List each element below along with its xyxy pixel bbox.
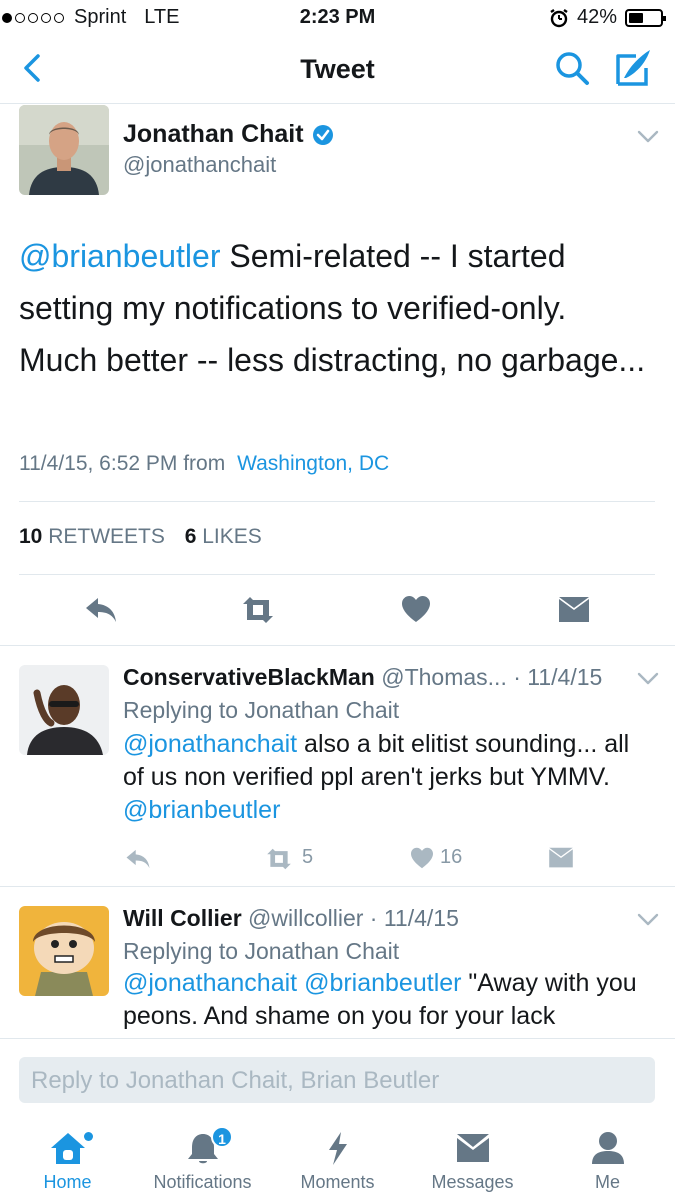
- direct-message-icon[interactable]: [548, 847, 574, 869]
- replying-to[interactable]: Replying to Jonathan Chait: [123, 697, 399, 724]
- divider: [19, 501, 655, 502]
- reply-options-chevron-icon[interactable]: [637, 913, 659, 927]
- reply-mention-link[interactable]: @jonathanchait: [123, 969, 297, 997]
- compose-tweet-icon[interactable]: [610, 46, 654, 90]
- tab-bar: Home 1 Notifications Moments Messages Me: [0, 1118, 675, 1200]
- verified-badge-icon: [312, 124, 333, 145]
- tweet-text: @brianbeutler Semi-related -- I started …: [19, 230, 649, 386]
- home-icon: [50, 1133, 85, 1164]
- reply-header: ConservativeBlackMan @Thomas... · 11/4/1…: [123, 664, 602, 691]
- reply-composer: Reply to Jonathan Chait, Brian Beutler: [0, 1038, 675, 1118]
- reply-icon[interactable]: [125, 848, 151, 870]
- battery-icon: [625, 8, 666, 27]
- reply-author-name[interactable]: ConservativeBlackMan: [123, 664, 375, 690]
- reply-icon[interactable]: [84, 596, 118, 624]
- reply-mention-link[interactable]: @jonathanchait: [123, 730, 297, 758]
- status-bar: Sprint LTE 2:23 PM 42%: [0, 0, 675, 34]
- reply-header: Will Collier @willcollier · 11/4/15: [123, 905, 459, 932]
- retweet-count: 5: [302, 846, 314, 868]
- tab-messages[interactable]: Messages: [405, 1130, 540, 1193]
- nav-bar: Tweet: [0, 34, 675, 104]
- status-right: 42%: [549, 6, 666, 29]
- tab-label: Notifications: [153, 1172, 252, 1192]
- reply-tweet[interactable]: ConservativeBlackMan @Thomas... · 11/4/1…: [0, 646, 675, 886]
- reply-date: · 11/4/15: [369, 905, 459, 931]
- reply-actions: 5 16: [0, 844, 675, 874]
- tweet-stats: 10 RETWEETS 6 LIKES: [19, 525, 262, 549]
- reply-input[interactable]: Reply to Jonathan Chait, Brian Beutler: [19, 1057, 655, 1103]
- unread-dot: [84, 1132, 93, 1141]
- reply-avatar[interactable]: [19, 906, 109, 996]
- lightning-bolt-icon: [328, 1132, 347, 1165]
- reply-mention-link[interactable]: @brianbeutler: [304, 969, 461, 997]
- tweet-options-chevron-icon[interactable]: [637, 130, 659, 144]
- reply-text: @jonathanchait also a bit elitist soundi…: [123, 728, 648, 827]
- person-icon: [591, 1132, 624, 1164]
- tab-label: Moments: [300, 1172, 375, 1192]
- replying-to[interactable]: Replying to Jonathan Chait: [123, 938, 399, 965]
- alarm-icon: [550, 8, 568, 27]
- reply-options-chevron-icon[interactable]: [637, 672, 659, 686]
- reply-mention-link[interactable]: @brianbeutler: [123, 796, 280, 824]
- direct-message-icon[interactable]: [558, 596, 590, 624]
- tab-me[interactable]: Me: [540, 1130, 675, 1193]
- reply-date: · 11/4/15: [513, 664, 603, 690]
- tab-home[interactable]: Home: [0, 1130, 135, 1193]
- reply-text: @jonathanchait @brianbeutler "Away with …: [123, 967, 648, 1033]
- tweet-timestamp: 11/4/15, 6:52 PM from: [19, 452, 226, 475]
- retweets-stat[interactable]: 10 RETWEETS: [19, 525, 165, 548]
- reply-tweet[interactable]: Will Collier @willcollier · 11/4/15 Repl…: [0, 887, 675, 1038]
- like-heart-icon[interactable]: [410, 847, 434, 869]
- tab-notifications[interactable]: 1 Notifications: [135, 1126, 270, 1193]
- envelope-icon: [456, 1134, 489, 1162]
- retweet-icon[interactable]: [239, 596, 277, 624]
- author-handle[interactable]: @jonathanchait: [123, 152, 276, 178]
- author-name[interactable]: Jonathan Chait: [123, 120, 304, 149]
- search-icon[interactable]: [552, 48, 592, 88]
- author-name-row[interactable]: Jonathan Chait: [123, 120, 334, 149]
- reply-avatar[interactable]: [19, 665, 109, 755]
- reply-author-handle[interactable]: @willcollier: [248, 905, 363, 931]
- tab-label: Me: [594, 1172, 620, 1192]
- tweet-location-link[interactable]: Washington, DC: [237, 452, 389, 475]
- notification-badge: 1: [211, 1126, 233, 1148]
- tweet-mention-link[interactable]: @brianbeutler: [19, 238, 220, 274]
- likes-stat[interactable]: 6 LIKES: [185, 525, 262, 548]
- like-count: 16: [440, 846, 463, 868]
- battery-percent: 42%: [576, 6, 617, 28]
- tweet-actions: [0, 588, 675, 632]
- reply-author-name[interactable]: Will Collier: [123, 905, 242, 931]
- tab-label: Messages: [431, 1172, 514, 1192]
- tab-label: Home: [43, 1172, 92, 1192]
- author-avatar[interactable]: [19, 105, 109, 195]
- reply-author-handle[interactable]: @Thomas...: [381, 664, 507, 690]
- like-heart-icon[interactable]: [401, 595, 431, 623]
- tab-moments[interactable]: Moments: [270, 1130, 405, 1193]
- tweet-meta: 11/4/15, 6:52 PM from Washington, DC: [19, 452, 389, 476]
- retweet-icon[interactable]: [264, 848, 294, 870]
- divider: [19, 574, 655, 575]
